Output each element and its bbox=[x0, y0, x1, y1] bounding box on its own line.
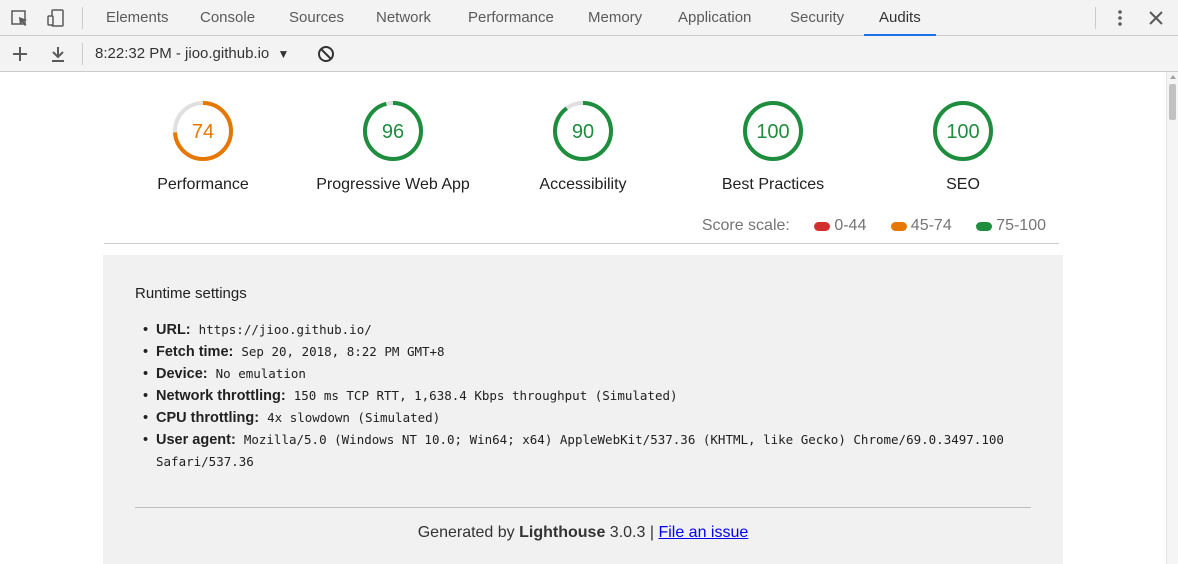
score-scale: Score scale: 0-44 45-74 75-100 bbox=[702, 217, 1046, 235]
setting-key: Network throttling: bbox=[156, 388, 286, 404]
setting-key: Fetch time: bbox=[156, 344, 234, 360]
gauge-label: Accessibility bbox=[539, 176, 627, 193]
audits-toolbar: 8:22:32 PM - jioo.github.io ▼ bbox=[0, 36, 1178, 72]
gauge-ring: 96 bbox=[363, 101, 423, 161]
gauge-performance[interactable]: 74 Performance bbox=[108, 98, 298, 228]
setting-value: Sep 20, 2018, 8:22 PM GMT+8 bbox=[241, 344, 445, 359]
toolbar-divider bbox=[1095, 7, 1096, 29]
download-report-icon[interactable] bbox=[48, 44, 68, 64]
inspect-element-icon[interactable] bbox=[10, 8, 30, 28]
tab-memory[interactable]: Memory bbox=[588, 0, 642, 35]
gauge-value: 100 bbox=[756, 121, 789, 143]
gauge-value: 96 bbox=[382, 121, 404, 143]
gauge-label: Progressive Web App bbox=[316, 176, 470, 193]
average-range-swatch bbox=[890, 221, 907, 231]
report-footer: Generated by Lighthouse 3.0.3 | File an … bbox=[103, 524, 1063, 542]
list-item: URL: https://jioo.github.io/ bbox=[143, 319, 1023, 341]
scrollbar-thumb[interactable] bbox=[1169, 84, 1176, 120]
file-issue-link[interactable]: File an issue bbox=[658, 524, 748, 541]
gauge-value: 74 bbox=[192, 121, 214, 143]
setting-value: https://jioo.github.io/ bbox=[198, 322, 372, 337]
score-range-pass: 75-100 bbox=[996, 217, 1046, 234]
score-scale-label: Score scale: bbox=[701, 217, 790, 234]
gauge-ring: 74 bbox=[173, 101, 233, 161]
tab-performance[interactable]: Performance bbox=[468, 0, 554, 35]
list-item: User agent: Mozilla/5.0 (Windows NT 10.0… bbox=[143, 429, 1023, 473]
gauge-value: 100 bbox=[946, 121, 979, 143]
report-selector-label: 8:22:32 PM - jioo.github.io bbox=[95, 45, 270, 62]
gauge-ring: 100 bbox=[743, 101, 803, 161]
tab-console[interactable]: Console bbox=[200, 0, 255, 35]
tab-sources[interactable]: Sources bbox=[289, 0, 344, 35]
gauge-pwa[interactable]: 96 Progressive Web App bbox=[298, 98, 488, 228]
list-item: Fetch time: Sep 20, 2018, 8:22 PM GMT+8 bbox=[143, 341, 1023, 363]
setting-key: CPU throttling: bbox=[156, 410, 260, 426]
toolbar-divider bbox=[82, 43, 83, 65]
list-item: CPU throttling: 4x slowdown (Simulated) bbox=[143, 407, 1023, 429]
footer-prefix: Generated by bbox=[417, 524, 515, 541]
setting-key: User agent: bbox=[156, 432, 236, 448]
tab-elements[interactable]: Elements bbox=[106, 0, 169, 35]
runtime-settings-list: URL: https://jioo.github.io/ Fetch time:… bbox=[143, 319, 1023, 473]
setting-key: URL: bbox=[156, 322, 191, 338]
gauge-seo[interactable]: 100 SEO bbox=[868, 98, 1058, 228]
toolbar-divider bbox=[82, 7, 83, 29]
dropdown-arrow-icon: ▼ bbox=[277, 47, 290, 61]
gauge-ring: 90 bbox=[553, 101, 613, 161]
gauge-label: Best Practices bbox=[721, 176, 825, 193]
scrollbar[interactable] bbox=[1166, 72, 1178, 564]
footer-product: Lighthouse bbox=[519, 524, 606, 541]
setting-value: 150 ms TCP RTT, 1,638.4 Kbps throughput … bbox=[293, 388, 678, 403]
clear-all-icon[interactable] bbox=[316, 44, 336, 64]
gauge-label: Performance bbox=[157, 176, 249, 193]
list-item: Device: No emulation bbox=[143, 363, 1023, 385]
close-icon[interactable] bbox=[1146, 8, 1166, 28]
score-range-fail: 0-44 bbox=[834, 217, 867, 234]
gauge-ring: 100 bbox=[933, 101, 993, 161]
scroll-up-icon[interactable] bbox=[1168, 72, 1178, 82]
setting-value: No emulation bbox=[215, 366, 306, 381]
audit-report: 74 Performance 96 Progressive Web App 90… bbox=[0, 72, 1166, 564]
tab-audits[interactable]: Audits bbox=[864, 0, 936, 36]
pass-range-swatch bbox=[976, 221, 993, 231]
new-audit-icon[interactable] bbox=[10, 44, 30, 64]
gauge-best-practices[interactable]: 100 Best Practices bbox=[678, 98, 868, 228]
tab-network[interactable]: Network bbox=[376, 0, 431, 35]
fail-range-swatch bbox=[814, 221, 831, 231]
setting-value: 4x slowdown (Simulated) bbox=[267, 410, 441, 425]
gauge-accessibility[interactable]: 90 Accessibility bbox=[488, 98, 678, 228]
gauge-value: 90 bbox=[572, 121, 594, 143]
list-item: Network throttling: 150 ms TCP RTT, 1,63… bbox=[143, 385, 1023, 407]
device-toolbar-icon[interactable] bbox=[46, 8, 66, 28]
gauge-label: SEO bbox=[946, 176, 980, 193]
more-options-icon[interactable] bbox=[1110, 8, 1130, 28]
score-range-average: 45-74 bbox=[910, 217, 952, 234]
report-selector[interactable]: 8:22:32 PM - jioo.github.io ▼ bbox=[95, 36, 289, 72]
tab-application[interactable]: Application bbox=[678, 0, 751, 35]
tab-security[interactable]: Security bbox=[790, 0, 844, 35]
divider bbox=[104, 243, 1059, 244]
runtime-settings-title: Runtime settings bbox=[135, 285, 247, 302]
runtime-settings-panel: Runtime settings URL: https://jioo.githu… bbox=[103, 255, 1063, 564]
divider bbox=[135, 507, 1031, 508]
setting-key: Device: bbox=[156, 366, 208, 382]
footer-version: 3.0.3 | bbox=[609, 524, 654, 541]
setting-value: Mozilla/5.0 (Windows NT 10.0; Win64; x64… bbox=[156, 432, 1004, 469]
devtools-tabbar: Elements Console Sources Network Perform… bbox=[0, 0, 1178, 36]
